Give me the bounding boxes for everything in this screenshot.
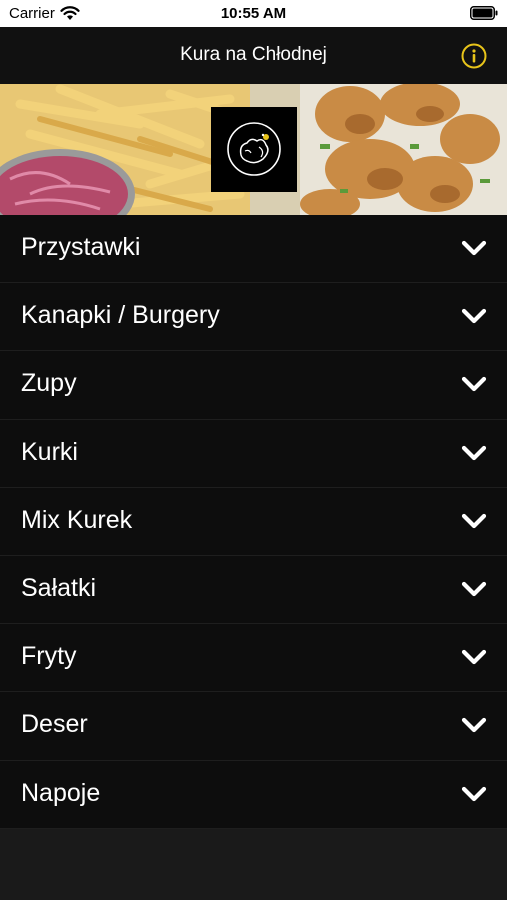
status-time: 10:55 AM [220, 5, 287, 22]
menu-item-label: Napoje [21, 778, 101, 807]
menu-item-deser[interactable]: Deser [0, 692, 507, 761]
chevron-down-icon [461, 240, 487, 256]
chevron-down-icon [461, 581, 487, 597]
chevron-down-icon [461, 786, 487, 801]
menu-category-list: Przystawki Kanapki / Burgery Zupy Kurki … [0, 215, 507, 829]
battery-icon [470, 6, 498, 20]
menu-item-label: Kanapki / Burgery [21, 301, 220, 330]
menu-item-label: Fryty [21, 642, 77, 671]
menu-item-fryty[interactable]: Fryty [0, 624, 507, 693]
status-bar: Carrier 10:55 AM [0, 0, 507, 27]
menu-item-label: Mix Kurek [21, 505, 133, 534]
menu-item-salatki[interactable]: Sałatki [0, 556, 507, 625]
chevron-down-icon [461, 650, 487, 665]
rooster-logo-icon [227, 122, 281, 176]
menu-item-label: Deser [21, 710, 88, 739]
chevron-down-icon [461, 377, 487, 392]
chevron-down-icon [461, 718, 487, 733]
menu-item-kurki[interactable]: Kurki [0, 420, 507, 488]
menu-item-mix-kurek[interactable]: Mix Kurek [0, 488, 507, 556]
menu-item-zupy[interactable]: Zupy [0, 351, 507, 420]
navigation-bar: Kura na Chłodnej [0, 27, 507, 84]
page-title: Kura na Chłodnej [180, 44, 327, 65]
menu-item-napoje[interactable]: Napoje [0, 761, 507, 829]
menu-item-label: Przystawki [21, 233, 141, 261]
chevron-down-icon [461, 513, 487, 528]
chevron-down-icon [461, 445, 487, 460]
info-icon[interactable] [461, 43, 487, 69]
menu-item-label: Sałatki [21, 573, 97, 602]
chevron-down-icon [461, 309, 487, 324]
restaurant-logo [211, 107, 297, 192]
menu-item-label: Kurki [21, 437, 78, 466]
menu-item-kanapki-burgery[interactable]: Kanapki / Burgery [0, 283, 507, 352]
menu-item-label: Zupy [21, 369, 77, 398]
menu-item-przystawki[interactable]: Przystawki [0, 215, 507, 284]
hero-banner [0, 84, 507, 215]
